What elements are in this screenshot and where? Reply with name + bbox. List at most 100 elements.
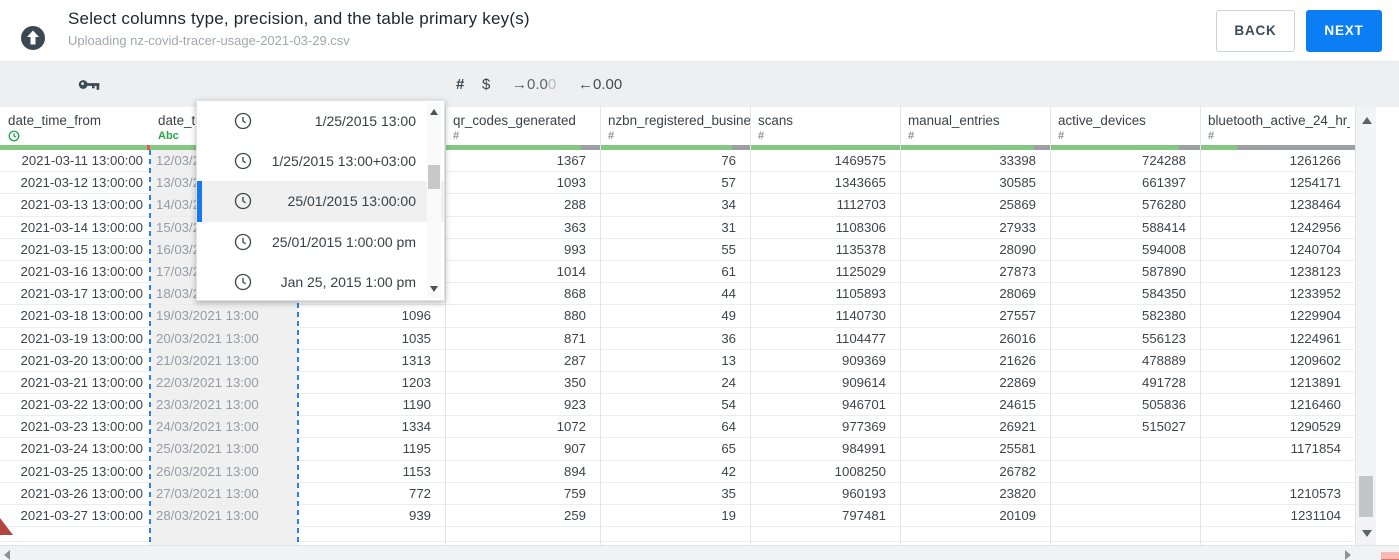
cell: 491728 [1141, 374, 1186, 390]
cell: 22869 [999, 374, 1036, 390]
column-header[interactable]: date_time_from [0, 107, 150, 150]
cell: 1240704 [1289, 241, 1341, 257]
clock-icon [234, 192, 252, 210]
cell: 587890 [1141, 263, 1186, 279]
table-row: 2021-03-22 13:00:00 23/03/2021 13:00 1190 9… [0, 394, 1355, 417]
scroll-down-button[interactable] [1362, 530, 1372, 537]
corner-resize-indicator [1381, 552, 1399, 560]
table-row: 2021-03-18 13:00:00 19/03/2021 13:00 1096 8… [0, 305, 1355, 328]
column-header[interactable]: active_devices # [1050, 107, 1200, 150]
cell: 1195 [402, 441, 431, 457]
cell: 2021-03-27 13:00:00 [20, 508, 143, 523]
column-header[interactable]: manual_entries # [900, 107, 1050, 150]
cell [1050, 505, 1200, 527]
precision-increase-button[interactable]: →0.00 [512, 62, 556, 107]
cell: 1224961 [1289, 330, 1341, 346]
clock-icon [234, 152, 252, 170]
cell: 1261266 [1289, 153, 1341, 168]
cell: 1469575 [834, 153, 886, 168]
format-option-label: 25/01/2015 13:00:00 [287, 193, 416, 210]
cell: 1238464 [1289, 197, 1341, 213]
dropdown-scroll-down-button[interactable] [430, 286, 438, 292]
cell: 27557 [999, 308, 1036, 324]
currency-type-button[interactable]: $ [482, 62, 490, 107]
column-type-icon: Abc [158, 130, 179, 142]
format-option[interactable]: Jan 25, 2015 1:00 pm [197, 262, 444, 302]
horizontal-scrollbar[interactable] [0, 545, 1399, 560]
cell: 1096 [401, 308, 431, 324]
cell: 759 [563, 485, 586, 501]
cell: 55 [721, 241, 736, 257]
cell: 19 [721, 508, 736, 523]
precision-increase-label: →0.0 [512, 76, 548, 93]
scroll-right-button[interactable] [1345, 550, 1351, 560]
cell: 1213891 [1289, 374, 1341, 390]
column-header[interactable]: scans # [750, 107, 900, 150]
cell: 1343665 [834, 175, 886, 191]
cell: 2021-03-12 13:00:00 [20, 175, 143, 191]
cell: 1209602 [1289, 352, 1341, 368]
cell: 2021-03-11 13:00:00 [21, 153, 143, 168]
next-button[interactable]: NEXT [1306, 10, 1382, 52]
cell: 1093 [556, 175, 586, 191]
format-option[interactable]: 25/01/2015 13:00:00 [197, 181, 444, 222]
cell [1050, 438, 1200, 460]
datetime-format-dropdown-panel: 1/25/2015 13:00 1/25/2015 13:00+03:00 25… [196, 100, 445, 301]
cell: 880 [563, 308, 586, 324]
cell: 26016 [999, 330, 1036, 346]
scroll-left-button[interactable] [4, 550, 10, 560]
cell: 22/03/2021 13:00 [156, 374, 259, 390]
cell: 1254171 [1289, 175, 1341, 191]
cell [1200, 461, 1355, 483]
cell: 28090 [999, 241, 1036, 257]
column-name: date_time_from [8, 113, 102, 128]
scroll-up-button[interactable] [1362, 117, 1372, 124]
cell: 25581 [999, 441, 1036, 457]
column-type-icon: # [608, 130, 615, 142]
back-button[interactable]: BACK [1216, 10, 1295, 52]
vertical-scrollbar[interactable] [1355, 107, 1376, 545]
cell: 61 [721, 263, 736, 279]
format-option[interactable]: 1/25/2015 13:00+03:00 [197, 141, 444, 181]
cell: 24 [721, 374, 736, 390]
integer-type-button[interactable]: # [456, 62, 464, 107]
precision-increase-tail: 0 [547, 76, 557, 93]
column-name: nzbn_registered_busine [608, 113, 750, 128]
column-header[interactable]: bluetooth_active_24_hr_ # [1200, 107, 1355, 150]
cell: 576280 [1141, 197, 1186, 213]
dropdown-scrollbar-thumb[interactable] [428, 165, 440, 189]
table-row: 2021-03-24 13:00:00 25/03/2021 13:00 1195 9… [0, 438, 1355, 461]
primary-key-icon[interactable] [78, 62, 101, 107]
cell [1050, 483, 1200, 505]
column-divider [445, 107, 446, 545]
table-row: 2021-03-23 13:00:00 24/03/2021 13:00 1334 1… [0, 416, 1355, 439]
cell: 36 [721, 330, 736, 346]
dropdown-scrollbar[interactable] [427, 103, 441, 298]
dropdown-scroll-up-button[interactable] [430, 109, 438, 115]
cell: 1105893 [835, 286, 886, 302]
cell: 1140730 [835, 308, 886, 324]
column-type-icon: # [1058, 130, 1065, 142]
column-name: scans [758, 113, 793, 128]
cell: 1216460 [1289, 397, 1341, 413]
cell: 30585 [999, 175, 1036, 191]
cell: 1210573 [1289, 485, 1341, 501]
format-option[interactable]: 25/01/2015 1:00:00 pm [197, 222, 444, 262]
cell: 1367 [556, 153, 586, 168]
precision-decrease-button[interactable]: ←0.00 [578, 62, 622, 107]
column-header[interactable]: nzbn_registered_busine # [600, 107, 750, 150]
cell: 2021-03-24 13:00:00 [20, 441, 143, 457]
format-option[interactable]: 1/25/2015 13:00 [197, 101, 444, 141]
cell: 797481 [841, 508, 886, 523]
vertical-scrollbar-thumb[interactable] [1359, 476, 1373, 517]
column-header[interactable]: qr_codes_generated # [445, 107, 600, 150]
cell: 993 [563, 241, 586, 257]
format-option-label: 1/25/2015 13:00 [314, 113, 416, 130]
cell: 1125029 [835, 263, 886, 279]
upload-icon [20, 25, 46, 51]
cell: 661397 [1141, 175, 1186, 191]
cell: 1135378 [835, 241, 886, 257]
cell: 923 [563, 397, 586, 413]
cell: 1035 [401, 330, 431, 346]
cell: 1104477 [835, 330, 886, 346]
